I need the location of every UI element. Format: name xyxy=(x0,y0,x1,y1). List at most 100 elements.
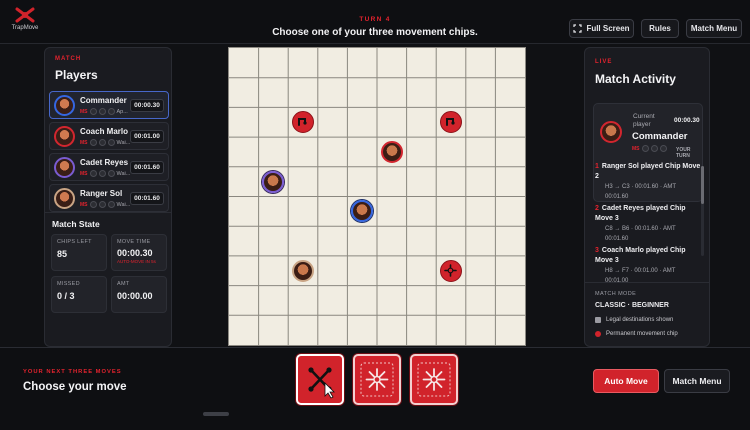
avatar xyxy=(54,157,75,178)
move-dot xyxy=(89,201,97,208)
hook-chip[interactable] xyxy=(292,111,314,134)
legend-item: Legal destinations shown xyxy=(595,317,673,323)
match-menu-top-label: Match Menu xyxy=(690,24,738,33)
avatar xyxy=(54,95,75,116)
move-chip-2[interactable] xyxy=(353,354,401,405)
move-time-value: 00:00.30 xyxy=(117,248,153,258)
chips-left-label: CHIPS LEFT xyxy=(57,239,92,245)
top-bar: TrapMove TURN 4 Choose one of your three… xyxy=(0,0,750,44)
board-grid xyxy=(229,48,525,345)
players-title: Players xyxy=(55,68,98,82)
activity-title: Match Activity xyxy=(595,72,676,86)
activity-number: 3 xyxy=(595,247,599,254)
activity-scrollbar-track[interactable] xyxy=(701,166,704,256)
ms-badge: MS xyxy=(80,108,88,115)
drawer-handle[interactable] xyxy=(203,412,229,416)
legend-label: Permanent movement chip xyxy=(606,331,678,337)
missed-value: 0 / 3 xyxy=(57,291,75,301)
move-dot xyxy=(89,139,97,146)
move-time-sub: AUTO-MOVE IN 5s xyxy=(117,259,156,264)
activity-meta: H3 → C3 · 00:01.60 · AMT xyxy=(605,184,677,190)
chips-left-value: 85 xyxy=(57,249,68,259)
activity-kicker: LIVE xyxy=(595,59,613,65)
ms-badge: MS xyxy=(80,201,88,208)
rules-button[interactable]: Rules xyxy=(641,19,679,38)
ms-badge: MS xyxy=(80,170,88,177)
players-kicker: MATCH xyxy=(55,56,82,62)
player-token-tan[interactable] xyxy=(292,259,314,282)
activity-meta: C8 → B6 · 00:01.60 · AMT xyxy=(605,226,676,232)
compass-chip[interactable] xyxy=(440,259,462,282)
choose-move-title: Choose your move xyxy=(23,381,127,393)
activity-text: 1 Ranger Sol played Chip Move 2 xyxy=(595,162,705,182)
current-player-time: 00:00.30 xyxy=(674,117,700,124)
x-arrows-icon xyxy=(308,367,335,399)
activity-text: 2 Cadet Reyes played Chip Move 3 xyxy=(595,204,705,224)
fullscreen-label: Full Screen xyxy=(586,24,630,33)
missed-label: MISSED xyxy=(57,281,80,287)
player-moves: MS Wai... xyxy=(80,139,130,146)
move-time-stat: MOVE TIME 00:00.30 AUTO-MOVE IN 5s xyxy=(111,234,167,271)
activity-entry: 2 Cadet Reyes played Chip Move 3 C8 → B6 ·… xyxy=(595,204,705,244)
player-time: 00:01.60 xyxy=(130,192,164,205)
legend-swatch xyxy=(595,317,601,323)
move-dot xyxy=(641,145,649,152)
auto-move-button[interactable]: Auto Move xyxy=(593,369,659,393)
move-dot xyxy=(107,139,115,146)
move-dot xyxy=(98,201,106,208)
move-dot xyxy=(98,170,106,177)
missed-stat: MISSED 0 / 3 xyxy=(51,276,107,313)
amt-value: 00:00.00 xyxy=(117,291,153,301)
activity-text: 3 Coach Marlo played Chip Move 3 xyxy=(595,246,705,266)
player-time: 00:00.30 xyxy=(130,99,164,112)
fullscreen-icon xyxy=(573,24,583,33)
compass-icon xyxy=(444,263,457,277)
move-chip-1[interactable] xyxy=(296,354,344,405)
player-moves: MS Wai... xyxy=(80,170,130,177)
player-row[interactable]: Cadet Reyes MS Wai... 00:01.60 xyxy=(49,153,169,181)
ms-badge: MS xyxy=(632,145,640,152)
starburst-icon xyxy=(360,362,394,397)
activity-entry: 1 Ranger Sol played Chip Move 2 H3 → C3 · … xyxy=(595,162,705,202)
move-dot xyxy=(98,139,106,146)
fullscreen-button[interactable]: Full Screen xyxy=(569,19,634,38)
avatar xyxy=(54,126,75,147)
legend-label: Legal destinations shown xyxy=(606,317,674,323)
player-token-red[interactable] xyxy=(380,140,403,163)
amt-stat: AMT 00:00.00 xyxy=(111,276,167,313)
players-panel: MATCH Players Commander MS Ap... 00:00.30 Co… xyxy=(44,47,172,347)
player-moves: MS Ap... xyxy=(80,108,128,115)
next-moves-kicker: YOUR NEXT THREE MOVES xyxy=(23,369,122,375)
player-name: Coach Marlo xyxy=(80,127,129,136)
starburst-icon xyxy=(417,362,451,397)
hook-chip[interactable] xyxy=(440,111,462,134)
activity-meta-time: 00:01.60 xyxy=(605,236,629,242)
legend-item: Permanent movement chip xyxy=(595,331,678,337)
rules-label: Rules xyxy=(649,24,671,33)
current-player-moves: MS xyxy=(632,145,667,152)
game-board[interactable] xyxy=(228,47,526,346)
player-token-purple[interactable] xyxy=(262,170,285,193)
match-menu-button[interactable]: Match Menu xyxy=(664,369,730,393)
hook-icon xyxy=(298,118,307,127)
player-row[interactable]: Coach Marlo MS Wai... 00:01.00 xyxy=(49,122,169,150)
match-menu-top-button[interactable]: Match Menu xyxy=(686,19,742,38)
player-time: 00:01.60 xyxy=(130,161,164,174)
activity-scrollbar-thumb[interactable] xyxy=(701,166,704,204)
move-dot xyxy=(89,108,97,115)
move-dot xyxy=(650,145,658,152)
activity-meta: H8 → F7 · 00:01.00 · AMT xyxy=(605,268,676,274)
hook-icon xyxy=(446,118,455,127)
amt-label: AMT xyxy=(117,281,130,287)
avatar xyxy=(54,188,75,209)
player-row[interactable]: Ranger Sol MS Wai... 00:01.60 xyxy=(49,184,169,212)
turn-instruction: Choose one of your three movement chips. xyxy=(272,27,478,38)
activity-panel: LIVE Match Activity Current player 00:00… xyxy=(584,47,710,347)
move-chip-3[interactable] xyxy=(410,354,458,405)
turn-label: TURN 4 xyxy=(359,16,391,23)
player-name: Cadet Reyes xyxy=(80,158,129,167)
bottom-bar: YOUR NEXT THREE MOVES Choose your move A… xyxy=(0,347,750,430)
player-row[interactable]: Commander MS Ap... 00:00.30 xyxy=(49,91,169,119)
move-dot xyxy=(98,108,106,115)
player-name: Ranger Sol xyxy=(80,189,123,198)
